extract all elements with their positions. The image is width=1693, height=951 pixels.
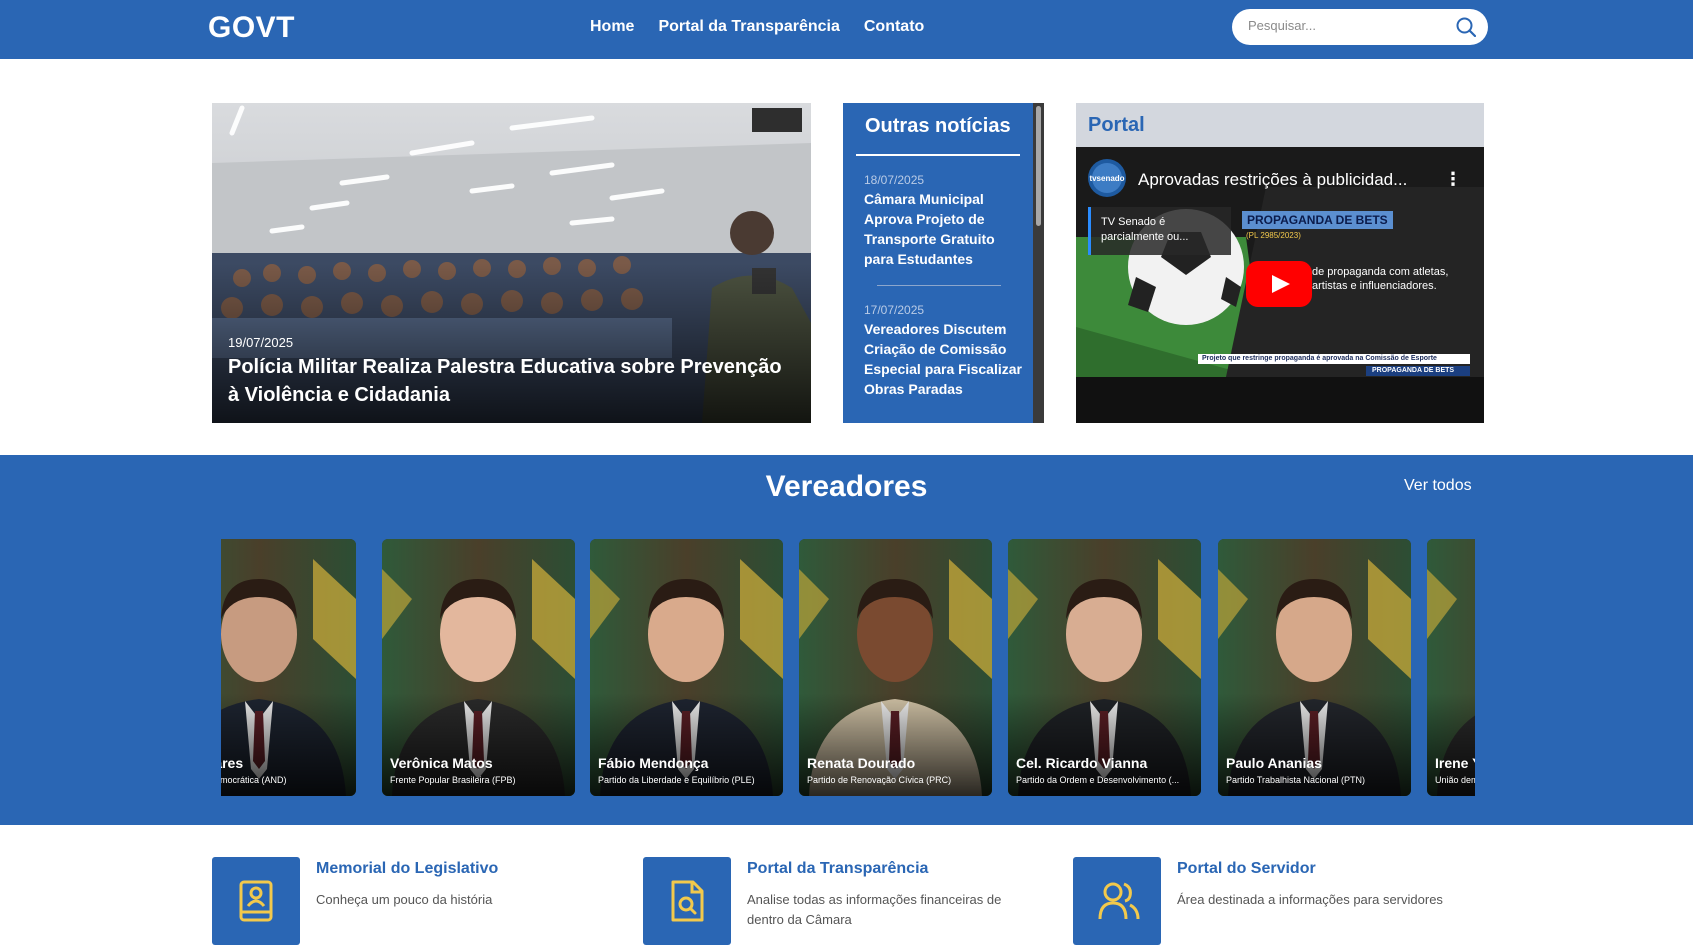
news-item-date: 18/07/2025: [864, 173, 925, 187]
councillor-name[interactable]: Renata Dourado: [807, 755, 915, 771]
featured-news-title[interactable]: Polícia Militar Realiza Palestra Educati…: [228, 353, 788, 409]
councillor-name[interactable]: Fábio Mendonça: [598, 755, 708, 771]
video-caption-tag: PROPAGANDA DE BETS: [1366, 366, 1470, 376]
channel-logo[interactable]: tvsenado: [1088, 159, 1126, 197]
other-news-heading: Outras notícias: [865, 115, 1011, 137]
news-item[interactable]: 17/07/2025 Vereadores Discutem Criação d…: [864, 303, 1024, 399]
feature-icon-box[interactable]: [643, 857, 731, 945]
feature-transparency[interactable]: Portal da Transparência Analise todas as…: [643, 857, 1063, 945]
councillor-card[interactable]: Fábio Mendonça Partido da Liberdade e Equ…: [590, 539, 783, 796]
portal-heading: Portal: [1088, 114, 1145, 136]
video-tag: PROPAGANDA DE BETS: [1242, 211, 1393, 229]
councillors-carousel[interactable]: os Tavares Nacional Democrática (AND) Verô…: [221, 539, 1475, 799]
channel-info-card[interactable]: TV Senado é parcialmente ou...: [1088, 207, 1231, 255]
councillor-card[interactable]: Paulo Ananias Partido Trabalhista Naciona…: [1218, 539, 1411, 796]
top-navbar: GOVT Home Portal da Transparência Contat…: [0, 0, 1693, 59]
councillor-name[interactable]: Cel. Ricardo Vianna: [1016, 755, 1147, 771]
councillor-card[interactable]: Irene Y União dem: [1427, 539, 1475, 796]
councillors-section: Vereadores Ver todos os TavaresNacional …: [0, 455, 1693, 825]
site-logo[interactable]: GOVT: [208, 11, 295, 45]
feature-title[interactable]: Memorial do Legislativo: [316, 860, 498, 878]
book-user-icon: [239, 880, 273, 922]
councillor-name[interactable]: os Tavares: [221, 755, 243, 771]
see-all-link[interactable]: Ver todos: [1404, 477, 1472, 495]
portal-panel: Portal tvsenado Aprovadas restrições à p…: [1076, 103, 1484, 423]
video-tag-sub: (PL 2985/2023): [1246, 231, 1301, 240]
councillor-card[interactable]: Verônica Matos Frente Popular Brasileira …: [382, 539, 575, 796]
search-box: [1232, 9, 1488, 45]
video-player[interactable]: tvsenado Aprovadas restrições à publicid…: [1076, 147, 1484, 423]
councillor-party: Partido de Renovação Cívica (PRC): [807, 775, 952, 785]
video-title[interactable]: Aprovadas restrições à publicidad...: [1138, 170, 1407, 190]
councillor-name[interactable]: Irene Y: [1435, 755, 1475, 771]
nav-contact[interactable]: Contato: [864, 18, 924, 36]
other-news-panel: Outras notícias 18/07/2025 Câmara Munici…: [843, 103, 1044, 423]
councillor-name[interactable]: Verônica Matos: [390, 755, 493, 771]
councillor-party: Partido da Ordem e Desenvolvimento (...: [1016, 775, 1180, 785]
feature-servidor[interactable]: Portal do Servidor Área destinada a info…: [1073, 857, 1483, 945]
feature-memorial[interactable]: Memorial do Legislativo Conheça um pouco…: [212, 857, 612, 945]
news-separator: [877, 285, 1001, 286]
news-item-title[interactable]: Câmara Municipal Aprova Projeto de Trans…: [864, 189, 1024, 269]
news-item-title[interactable]: Vereadores Discutem Criação de Comissão …: [864, 319, 1024, 399]
search-icon[interactable]: [1456, 17, 1476, 37]
main-nav: Home Portal da Transparência Contato: [590, 18, 924, 36]
featured-news[interactable]: 19/07/2025 Polícia Militar Realiza Pales…: [212, 103, 811, 423]
featured-news-date: 19/07/2025: [228, 335, 294, 350]
scrollbar-thumb[interactable]: [1036, 106, 1041, 226]
councillor-name[interactable]: Paulo Ananias: [1226, 755, 1322, 771]
news-item[interactable]: 18/07/2025 Câmara Municipal Aprova Proje…: [864, 173, 1024, 269]
play-icon[interactable]: [1246, 261, 1312, 307]
feature-icon-box[interactable]: [212, 857, 300, 945]
search-input[interactable]: [1248, 18, 1448, 33]
councillor-card[interactable]: Renata Dourado Partido de Renovação Cívic…: [799, 539, 992, 796]
councillor-party: Frente Popular Brasileira (FPB): [390, 775, 516, 785]
councillor-party: Nacional Democrática (AND): [221, 775, 287, 785]
feature-title[interactable]: Portal da Transparência: [747, 860, 928, 878]
other-news-divider: [856, 154, 1020, 156]
news-item-date: 17/07/2025: [864, 303, 925, 317]
portal-header: Portal: [1076, 103, 1484, 147]
councillor-party: Partido Trabalhista Nacional (PTN): [1226, 775, 1366, 785]
video-desc: de propaganda com atletas, artistas e in…: [1312, 266, 1449, 292]
feature-icon-box[interactable]: [1073, 857, 1161, 945]
feature-description: Conheça um pouco da história: [316, 892, 493, 907]
councillor-party: Partido da Liberdade e Equilíbrio (PLE): [598, 775, 755, 785]
more-options-icon[interactable]: ⋮: [1444, 169, 1462, 190]
feature-description: Área destinada a informações para servid…: [1177, 892, 1443, 907]
nav-transparency[interactable]: Portal da Transparência: [658, 18, 839, 36]
councillor-card[interactable]: os Tavares Nacional Democrática (AND): [221, 539, 356, 796]
councillor-card[interactable]: Cel. Ricardo Vianna Partido da Ordem e De…: [1008, 539, 1201, 796]
other-news-scrollbar[interactable]: [1033, 103, 1044, 423]
nav-home[interactable]: Home: [590, 18, 634, 36]
users-icon: [1098, 882, 1140, 920]
feature-title[interactable]: Portal do Servidor: [1177, 860, 1316, 878]
channel-info-text: TV Senado é parcialmente ou...: [1101, 216, 1189, 243]
channel-logo-text: tvsenado: [1089, 174, 1124, 183]
file-search-icon: [671, 880, 704, 922]
feature-description: Analise todas as informações financeiras…: [747, 892, 1002, 927]
video-caption: Projeto que restringe propaganda é aprov…: [1198, 354, 1470, 364]
councillor-party: União dem: [1435, 775, 1475, 785]
